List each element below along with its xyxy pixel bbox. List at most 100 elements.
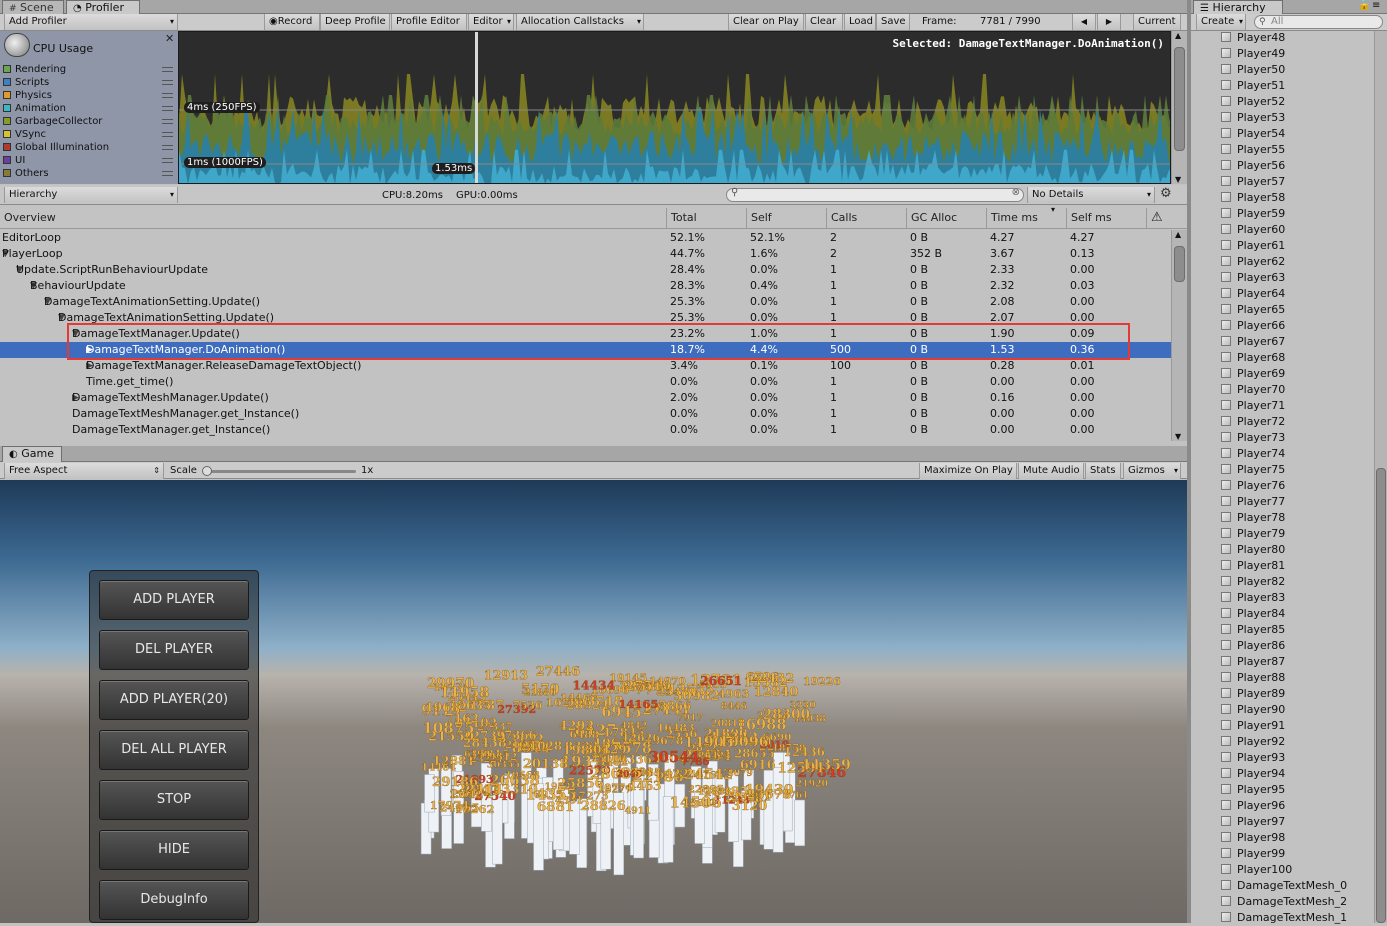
del-all-player-button[interactable]: DEL ALL PLAYER xyxy=(99,730,249,770)
hierarchy-item[interactable]: Player52 xyxy=(1221,94,1285,110)
drag-handle-icon[interactable] xyxy=(162,132,173,137)
col-overview[interactable]: Overview xyxy=(0,208,666,228)
drag-handle-icon[interactable] xyxy=(162,67,173,72)
hierarchy-item[interactable]: Player65 xyxy=(1221,302,1285,318)
prev-frame-button[interactable]: ◀ xyxy=(1072,14,1096,30)
hierarchy-item[interactable]: Player85 xyxy=(1221,622,1285,638)
clear-button[interactable]: Clear xyxy=(805,14,843,30)
hierarchy-search-input[interactable]: ⚲ All xyxy=(1254,15,1383,29)
hierarchy-item[interactable]: Player87 xyxy=(1221,654,1285,670)
hierarchy-item[interactable]: Player95 xyxy=(1221,782,1285,798)
clear-search-icon[interactable]: ⊗ xyxy=(1012,187,1020,198)
hierarchy-item[interactable]: Player97 xyxy=(1221,814,1285,830)
gear-icon[interactable]: ⚙ xyxy=(1160,186,1172,201)
col-calls[interactable]: Calls xyxy=(826,208,906,228)
details-dropdown[interactable]: No Details ▾ xyxy=(1027,187,1155,203)
hierarchy-item[interactable]: Player71 xyxy=(1221,398,1285,414)
selected-frame-marker[interactable] xyxy=(475,32,478,183)
hierarchy-item[interactable]: Player61 xyxy=(1221,238,1285,254)
hierarchy-item[interactable]: Player76 xyxy=(1221,478,1285,494)
create-dropdown[interactable]: Create ▾ xyxy=(1196,14,1246,30)
scale-slider[interactable] xyxy=(206,470,356,473)
view-mode-dropdown[interactable]: Hierarchy ▾ xyxy=(4,187,178,203)
allocation-callstacks-dropdown[interactable]: Allocation Callstacks ▾ xyxy=(516,14,644,30)
drag-handle-icon[interactable] xyxy=(162,93,173,98)
hierarchy-item[interactable]: Player70 xyxy=(1221,382,1285,398)
legend-item[interactable]: Physics xyxy=(3,89,175,102)
warning-icon[interactable]: ⚠ xyxy=(1146,208,1171,228)
hierarchy-item[interactable]: Player92 xyxy=(1221,734,1285,750)
legend-item[interactable]: UI xyxy=(3,154,175,167)
chart-scroll-thumb[interactable] xyxy=(1174,47,1185,151)
col-total[interactable]: Total xyxy=(666,208,746,228)
hierarchy-item[interactable]: Player55 xyxy=(1221,142,1285,158)
hierarchy-item[interactable]: Player82 xyxy=(1221,574,1285,590)
hierarchy-scroll-thumb[interactable] xyxy=(1376,468,1386,923)
hierarchy-item[interactable]: Player69 xyxy=(1221,366,1285,382)
hierarchy-item[interactable]: Player66 xyxy=(1221,318,1285,334)
tab-scene[interactable]: # Scene xyxy=(2,0,64,14)
legend-item[interactable]: Animation xyxy=(3,102,175,115)
hierarchy-item[interactable]: Player94 xyxy=(1221,766,1285,782)
hierarchy-scrollbar[interactable] xyxy=(1374,31,1387,923)
hierarchy-item[interactable]: Player83 xyxy=(1221,590,1285,606)
drag-handle-icon[interactable] xyxy=(162,80,173,85)
drag-handle-icon[interactable] xyxy=(162,158,173,163)
mute-audio-button[interactable]: Mute Audio xyxy=(1018,463,1084,479)
legend-item[interactable]: GarbageCollector xyxy=(3,115,175,128)
hierarchy-item[interactable]: Player50 xyxy=(1221,62,1285,78)
hierarchy-item[interactable]: Player79 xyxy=(1221,526,1285,542)
hierarchy-item[interactable]: Player73 xyxy=(1221,430,1285,446)
hierarchy-item[interactable]: Player75 xyxy=(1221,462,1285,478)
scroll-up-icon[interactable]: ▲ xyxy=(1175,230,1181,239)
hierarchy-item[interactable]: Player89 xyxy=(1221,686,1285,702)
hierarchy-item[interactable]: Player49 xyxy=(1221,46,1285,62)
save-button[interactable]: Save xyxy=(876,14,910,30)
maximize-on-play-button[interactable]: Maximize On Play xyxy=(919,463,1017,479)
hide-button[interactable]: HIDE xyxy=(99,830,249,870)
table-row[interactable]: DamageTextMeshManager.get_Instance() 0.0%… xyxy=(0,406,1171,422)
drag-handle-icon[interactable] xyxy=(162,106,173,111)
legend-item[interactable]: Rendering xyxy=(3,63,175,76)
tab-game[interactable]: ◐ Game xyxy=(2,446,62,462)
drag-handle-icon[interactable] xyxy=(162,171,173,176)
table-scrollbar[interactable]: ▲ ▼ xyxy=(1171,230,1187,441)
hierarchy-item[interactable]: Player63 xyxy=(1221,270,1285,286)
table-row[interactable]: ▶ DamageTextManager.ReleaseDamageTextObje… xyxy=(0,358,1171,374)
profile-editor-button[interactable]: Profile Editor xyxy=(391,14,467,30)
hierarchy-item[interactable]: Player59 xyxy=(1221,206,1285,222)
details-search-input[interactable]: ⚲ ⊗ xyxy=(726,187,1024,202)
hierarchy-item[interactable]: Player80 xyxy=(1221,542,1285,558)
hierarchy-item[interactable]: Player53 xyxy=(1221,110,1285,126)
scale-slider-handle[interactable] xyxy=(202,466,212,476)
stats-button[interactable]: Stats xyxy=(1085,463,1121,479)
table-row[interactable]: EditorLoop 52.1% 52.1% 2 0 B 4.27 4.27 xyxy=(0,230,1171,246)
drag-handle-icon[interactable] xyxy=(162,119,173,124)
scroll-down-icon[interactable]: ▼ xyxy=(1175,175,1181,184)
clear-on-play-button[interactable]: Clear on Play xyxy=(728,14,804,30)
current-frame-button[interactable]: Current xyxy=(1133,14,1181,30)
legend-item[interactable]: Scripts xyxy=(3,76,175,89)
hierarchy-item[interactable]: DamageTextMesh_0 xyxy=(1221,878,1347,894)
hierarchy-item[interactable]: Player86 xyxy=(1221,638,1285,654)
hierarchy-item[interactable]: Player67 xyxy=(1221,334,1285,350)
cpu-usage-chart[interactable]: Selected: DamageTextManager.DoAnimation(… xyxy=(178,31,1171,184)
table-row[interactable]: Time.get_time() 0.0% 0.0% 1 0 B 0.00 0.00 xyxy=(0,374,1171,390)
col-gc-alloc[interactable]: GC Alloc xyxy=(906,208,986,228)
gizmos-dropdown[interactable]: Gizmos ▾ xyxy=(1123,463,1181,479)
hierarchy-item[interactable]: Player54 xyxy=(1221,126,1285,142)
load-button[interactable]: Load xyxy=(844,14,876,30)
editor-target-dropdown[interactable]: Editor ▾ xyxy=(468,14,514,30)
drag-handle-icon[interactable] xyxy=(162,145,173,150)
hierarchy-item[interactable]: Player93 xyxy=(1221,750,1285,766)
col-self[interactable]: Self xyxy=(746,208,826,228)
hierarchy-item[interactable]: Player91 xyxy=(1221,718,1285,734)
chart-scrollbar[interactable]: ▲ ▼ xyxy=(1171,31,1187,184)
hierarchy-item[interactable]: Player64 xyxy=(1221,286,1285,302)
table-row[interactable]: ▼ BehaviourUpdate 28.3% 0.4% 1 0 B 2.32 0.03 xyxy=(0,278,1171,294)
tab-profiler[interactable]: ◔ Profiler xyxy=(66,0,140,14)
hierarchy-item[interactable]: Player72 xyxy=(1221,414,1285,430)
record-button[interactable]: ◉Record xyxy=(264,14,320,30)
legend-item[interactable]: Global Illumination xyxy=(3,141,175,154)
hierarchy-item[interactable]: Player57 xyxy=(1221,174,1285,190)
